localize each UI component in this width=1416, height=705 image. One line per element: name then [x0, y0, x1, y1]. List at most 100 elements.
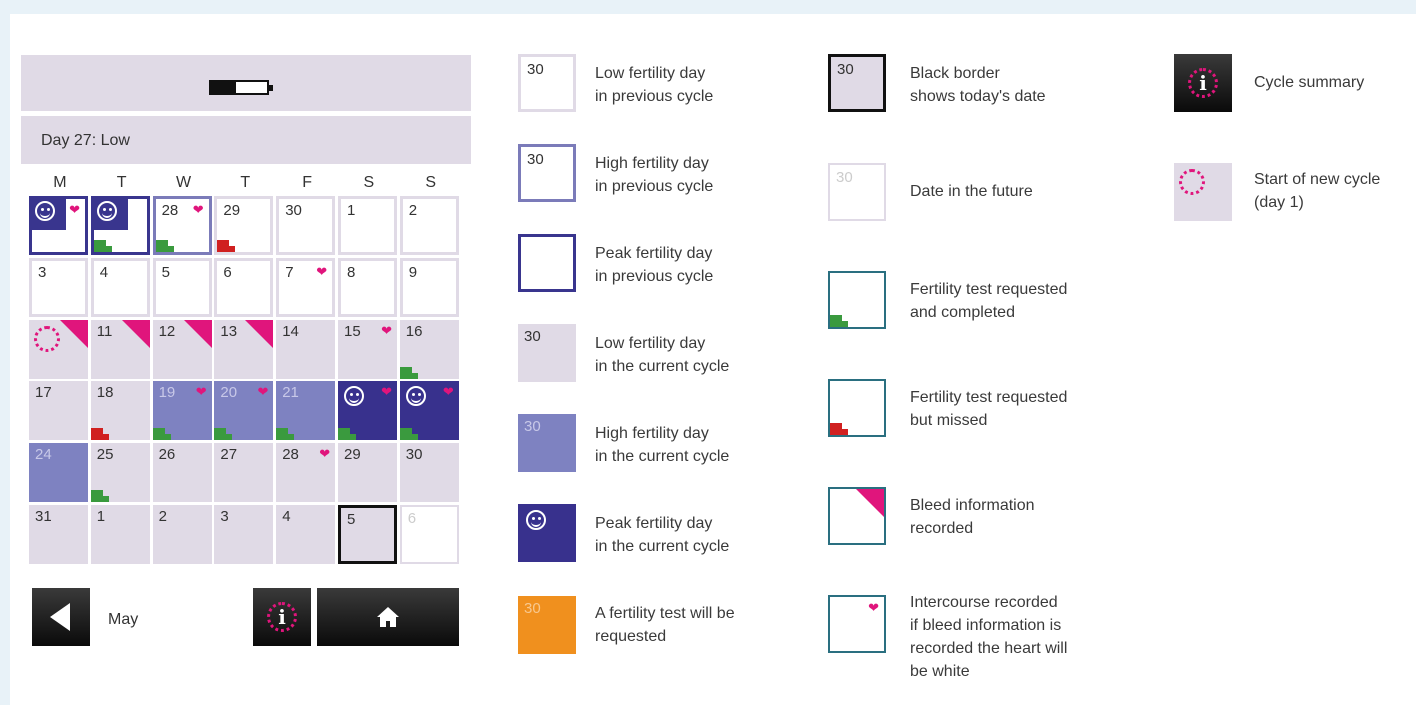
calendar-day[interactable]: 29	[214, 196, 274, 255]
legend-peak-cur-text: Peak fertility day in the current cycle	[595, 515, 730, 555]
calendar-day[interactable]: 20 ❤	[214, 381, 274, 441]
heart-icon: ❤	[316, 263, 328, 279]
bleed-marker	[245, 319, 274, 348]
day-number: 14	[282, 322, 299, 340]
calendar-day[interactable]: 5	[152, 257, 212, 317]
heart-icon: ❤	[381, 384, 392, 400]
calendar-day[interactable]: 26	[152, 443, 212, 503]
legend-bleed-text: Bleed information recorded	[910, 497, 1035, 537]
home-button[interactable]	[317, 588, 459, 646]
calendar-day[interactable]: ❤	[29, 196, 88, 255]
test-completed-marker	[152, 428, 171, 441]
calendar-day[interactable]: 18	[90, 381, 150, 441]
day-number: 25	[96, 446, 114, 464]
day-number: 26	[158, 446, 176, 464]
info-icon: i	[1188, 68, 1218, 98]
legend-low-prev-swatch: 30	[518, 54, 576, 112]
calendar-day[interactable]: 1	[90, 504, 150, 564]
calendar-day[interactable]: 11	[90, 319, 150, 379]
day-number: 4	[99, 263, 109, 281]
day-number: 2	[158, 507, 167, 525]
cycle-status: Day 27: Low	[21, 116, 471, 164]
calendar-day[interactable]: 31	[29, 504, 88, 564]
weekday-label: W	[175, 174, 192, 191]
calendar-grid: ❤ 28 ❤ 29 30 1 2 3 4 5 6 7 ❤ 8 9 11 12 13 14 15 ❤ 16 17 18 19 ❤ 20…	[29, 196, 459, 564]
calendar-day[interactable]: 6	[399, 504, 459, 564]
legend-summary-swatch: i	[1174, 54, 1232, 112]
calendar-day[interactable]: 17	[29, 381, 88, 441]
legend-test-done-swatch	[828, 271, 886, 329]
smiley-icon	[343, 386, 364, 407]
calendar-day[interactable]: 9	[399, 257, 459, 317]
calendar-day[interactable]: 4	[90, 257, 150, 317]
calendar-day[interactable]: ❤	[337, 381, 397, 441]
day-number: 15	[343, 322, 361, 340]
calendar-day[interactable]: 8	[337, 257, 397, 317]
battery-icon	[209, 80, 273, 95]
heart-icon: ❤	[319, 446, 331, 462]
calendar-day[interactable]: 14	[276, 319, 336, 379]
heart-icon: ❤	[381, 322, 392, 338]
calendar-day[interactable]: 12	[152, 319, 212, 379]
bleed-marker	[60, 319, 88, 348]
calendar-day[interactable]: 21	[276, 381, 336, 441]
day-number: 31	[35, 507, 52, 525]
day-number: 20	[220, 384, 238, 402]
smiley-icon	[526, 510, 546, 530]
calendar-day[interactable]: 3	[29, 257, 88, 317]
day-number: 29	[343, 446, 361, 464]
calendar-day[interactable]: 5	[337, 504, 397, 564]
smiley-icon	[405, 386, 426, 407]
legend-intercourse-text: Intercourse recorded if bleed informatio…	[910, 594, 1068, 680]
day-number: 5	[161, 263, 170, 281]
weekday-label: F	[302, 174, 312, 191]
calendar-day[interactable]: 7 ❤	[276, 257, 336, 317]
calendar-day[interactable]: 15 ❤	[337, 319, 397, 379]
calendar-day[interactable]: 2	[399, 196, 459, 255]
previous-month-button[interactable]	[32, 588, 90, 646]
calendar-day[interactable]: 13	[214, 319, 274, 379]
weekday-label: M	[53, 174, 67, 191]
weekday-header: MTWTFSS	[29, 174, 462, 192]
smiley-icon	[35, 201, 55, 221]
calendar-day[interactable]: 27	[214, 443, 274, 503]
calendar-day[interactable]: 3	[214, 504, 274, 564]
calendar-day[interactable]: 19 ❤	[152, 381, 212, 441]
calendar-day[interactable]: ❤	[399, 381, 459, 441]
legend-high-prev-text: High fertility day in previous cycle	[595, 155, 714, 195]
home-icon	[377, 607, 399, 627]
day-number: 8	[346, 263, 356, 281]
legend-low-prev-text: Low fertility day in previous cycle	[595, 65, 714, 105]
test-missed-marker	[830, 423, 848, 435]
legend-high-cur-text: High fertility day in the current cycle	[595, 425, 730, 465]
calendar-day[interactable]: 28 ❤	[276, 443, 336, 503]
calendar-day[interactable]: 25	[90, 443, 150, 503]
calendar-day[interactable]	[29, 319, 88, 379]
calendar-day[interactable]: 28 ❤	[152, 196, 212, 255]
calendar-day[interactable]	[90, 196, 150, 255]
day-number: 24	[35, 446, 52, 464]
day-number: 21	[282, 384, 299, 402]
calendar-day[interactable]: 2	[152, 504, 212, 564]
cycle-summary-button[interactable]: i	[253, 588, 311, 646]
test-completed-marker	[399, 428, 418, 441]
calendar-day[interactable]: 6	[214, 257, 274, 317]
legend-future-swatch: 30	[828, 163, 886, 221]
calendar-day[interactable]: 1	[337, 196, 397, 255]
test-completed-marker	[90, 490, 109, 503]
calendar-day[interactable]: 16	[399, 319, 459, 379]
day-number: 16	[405, 322, 423, 340]
day-number: 6	[223, 263, 232, 281]
info-icon: i	[267, 602, 297, 632]
calendar-day[interactable]: 24	[29, 443, 88, 503]
legend-high-cur-swatch: 30	[518, 414, 576, 472]
calendar-day[interactable]: 30	[399, 443, 459, 503]
legend-test-requested-swatch: 30	[518, 596, 576, 654]
calendar-day[interactable]: 4	[276, 504, 336, 564]
day-number: 18	[96, 384, 114, 402]
test-missed-marker	[90, 428, 109, 441]
smiley-icon	[96, 201, 117, 221]
calendar-day[interactable]: 29	[337, 443, 397, 503]
test-completed-marker	[276, 428, 295, 441]
calendar-day[interactable]: 30	[276, 196, 336, 255]
